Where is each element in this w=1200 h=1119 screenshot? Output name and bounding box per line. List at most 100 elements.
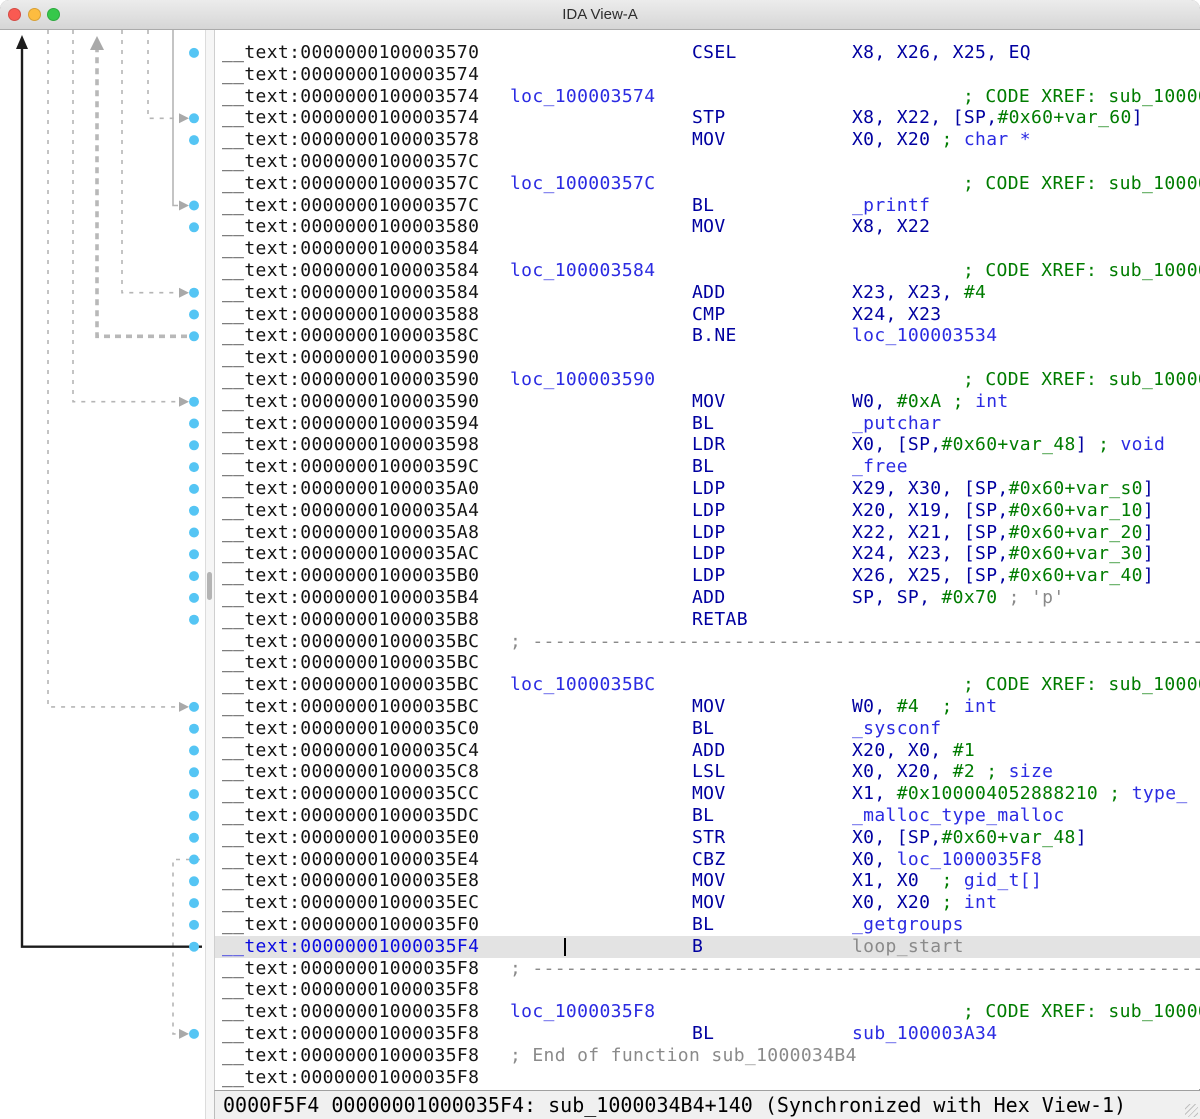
listing-line[interactable]: __text:00000001000035F8; End of function… [215, 1045, 1200, 1067]
listing-line[interactable]: __text:000000010000358CB.NEloc_100003534 [215, 325, 1200, 347]
mnemonic-field: LDP [692, 500, 726, 522]
listing-line[interactable]: __text:000000010000357Cloc_10000357C; CO… [215, 173, 1200, 195]
address-field: __text:00000001000035BC [222, 652, 479, 674]
instruction-dot [189, 876, 199, 886]
address-field: __text:00000001000035E8 [222, 870, 479, 892]
operands-field: X8, X22, [SP,#0x60+var_60] [852, 107, 1143, 129]
listing-line[interactable]: __text:0000000100003588CMPX24, X23 [215, 304, 1200, 326]
instruction-dot [189, 789, 199, 799]
listing-line[interactable]: __text:0000000100003590loc_100003590; CO… [215, 369, 1200, 391]
xref-comment: ; CODE XREF: sub_10000 [963, 674, 1200, 696]
operands-field: W0, #0xA ; int [852, 391, 1009, 413]
mnemonic-field: MOV [692, 216, 726, 238]
listing-line[interactable]: __text:00000001000035E8MOVX1, X0 ; gid_t… [215, 870, 1200, 892]
listing-line[interactable]: __text:000000010000357CBL_printf [215, 195, 1200, 217]
instruction-dot [189, 615, 199, 625]
jump-arrows-panel [0, 30, 205, 1119]
listing-line[interactable]: __text:0000000100003574loc_100003574; CO… [215, 86, 1200, 108]
status-bar: 0000F5F4 00000001000035F4: sub_1000034B4… [214, 1090, 1200, 1119]
operands-field: X0, X20 ; char * [852, 129, 1031, 151]
operands-field: X23, X23, #4 [852, 282, 986, 304]
listing-line[interactable]: __text:00000001000035A0LDPX29, X30, [SP,… [215, 478, 1200, 500]
listing-line[interactable]: __text:0000000100003574STPX8, X22, [SP,#… [215, 107, 1200, 129]
jump-line-to-loc-10000357C [173, 30, 178, 206]
mnemonic-field: MOV [692, 870, 726, 892]
instruction-dot [189, 440, 199, 450]
arrowhead-loc-100003584 [179, 288, 189, 298]
listing-line[interactable]: __text:0000000100003598LDRX0, [SP,#0x60+… [215, 434, 1200, 456]
instruction-dot [189, 506, 199, 516]
instruction-dot [189, 855, 199, 865]
listing-line[interactable]: __text:0000000100003594BL_putchar [215, 413, 1200, 435]
listing-line[interactable]: __text:0000000100003574 [215, 64, 1200, 86]
listing-line[interactable]: __text:000000010000357C [215, 151, 1200, 173]
instruction-dot [189, 310, 199, 320]
listing-line[interactable]: __text:0000000100003590MOVW0, #0xA ; int [215, 391, 1200, 413]
listing-line[interactable]: __text:00000001000035F8loc_1000035F8; CO… [215, 1001, 1200, 1023]
listing-line[interactable]: __text:00000001000035B8RETAB [215, 609, 1200, 631]
address-field: __text:00000001000035A8 [222, 522, 479, 544]
listing-line[interactable]: __text:00000001000035F8BLsub_100003A34 [215, 1023, 1200, 1045]
listing-line[interactable]: __text:000000010000359CBL_free [215, 456, 1200, 478]
instruction-dot [189, 135, 199, 145]
address-field: __text:0000000100003578 [222, 129, 479, 151]
instruction-dot [189, 419, 199, 429]
mnemonic-field: B [692, 936, 703, 958]
xref-comment: ; CODE XREF: sub_10000 [963, 369, 1200, 391]
listing-line[interactable]: __text:0000000100003570CSELX8, X26, X25,… [215, 42, 1200, 64]
listing-line[interactable]: __text:00000001000035A8LDPX22, X21, [SP,… [215, 522, 1200, 544]
listing-line[interactable]: __text:00000001000035B0LDPX26, X25, [SP,… [215, 565, 1200, 587]
listing-line[interactable]: __text:00000001000035ECMOVX0, X20 ; int [215, 892, 1200, 914]
listing-line[interactable]: __text:00000001000035DCBL_malloc_type_ma… [215, 805, 1200, 827]
instruction-dot [189, 331, 199, 341]
listing-line[interactable]: __text:00000001000035C8LSLX0, X20, #2 ; … [215, 761, 1200, 783]
arrowhead-up-current [16, 35, 28, 49]
address-field: __text:0000000100003590 [222, 369, 479, 391]
operands-field: X8, X26, X25, EQ [852, 42, 1031, 64]
jump-line-to-loc-100003590 [73, 30, 178, 402]
mnemonic-field: STP [692, 107, 726, 129]
instruction-dot [189, 48, 199, 58]
listing-line[interactable]: __text:0000000100003590 [215, 347, 1200, 369]
listing-line[interactable]: __text:0000000100003578MOVX0, X20 ; char… [215, 129, 1200, 151]
listing-line[interactable]: __text:00000001000035E4CBZX0, loc_100003… [215, 849, 1200, 871]
listing-line[interactable]: __text:00000001000035E0STRX0, [SP,#0x60+… [215, 827, 1200, 849]
mnemonic-field: LDP [692, 478, 726, 500]
instruction-dot [189, 484, 199, 494]
panel-scrollbar-thumb[interactable] [207, 572, 212, 600]
listing-line-current[interactable]: __text:00000001000035F4Bloop_start [215, 936, 1200, 958]
listing-line[interactable]: __text:00000001000035F0BL_getgroups [215, 914, 1200, 936]
listing-line[interactable]: __text:00000001000035C4ADDX20, X0, #1 [215, 740, 1200, 762]
listing-line[interactable]: __text:00000001000035BCMOVW0, #4 ; int [215, 696, 1200, 718]
address-field: __text:0000000100003590 [222, 347, 479, 369]
jump-line-to-loc-1000035BC [48, 30, 178, 707]
instruction-dot [189, 833, 199, 843]
mnemonic-field: ADD [692, 587, 726, 609]
listing-line[interactable]: __text:0000000100003584loc_100003584; CO… [215, 260, 1200, 282]
address-field: __text:00000001000035F0 [222, 914, 479, 936]
operands-field: _printf [852, 195, 930, 217]
listing-line[interactable]: __text:00000001000035F8 [215, 979, 1200, 1001]
address-field: __text:00000001000035C4 [222, 740, 479, 762]
resize-grip-icon[interactable] [1185, 1104, 1198, 1117]
address-field: __text:000000010000357C [222, 195, 479, 217]
address-field: __text:00000001000035F8 [222, 979, 479, 1001]
instruction-dot [189, 767, 199, 777]
instruction-dot [189, 702, 199, 712]
listing-line[interactable]: __text:00000001000035CCMOVX1, #0x1000040… [215, 783, 1200, 805]
listing-line[interactable]: __text:00000001000035ACLDPX24, X23, [SP,… [215, 543, 1200, 565]
listing-line[interactable]: __text:00000001000035BC [215, 652, 1200, 674]
listing-line[interactable]: __text:00000001000035F8; ---------------… [215, 958, 1200, 980]
listing-line[interactable]: __text:00000001000035A4LDPX20, X19, [SP,… [215, 500, 1200, 522]
listing-line[interactable]: __text:00000001000035F8 [215, 1067, 1200, 1089]
instruction-dot [189, 549, 199, 559]
listing-line[interactable]: __text:0000000100003580MOVX8, X22 [215, 216, 1200, 238]
listing-line[interactable]: __text:0000000100003584ADDX23, X23, #4 [215, 282, 1200, 304]
listing-line[interactable]: __text:0000000100003584 [215, 238, 1200, 260]
listing-line[interactable]: __text:00000001000035B4ADDSP, SP, #0x70 … [215, 587, 1200, 609]
mnemonic-field: STR [692, 827, 726, 849]
listing-line[interactable]: __text:00000001000035BCloc_1000035BC; CO… [215, 674, 1200, 696]
listing-line[interactable]: __text:00000001000035BC; ---------------… [215, 631, 1200, 653]
operands-field: X24, X23 [852, 304, 942, 326]
listing-line[interactable]: __text:00000001000035C0BL_sysconf [215, 718, 1200, 740]
